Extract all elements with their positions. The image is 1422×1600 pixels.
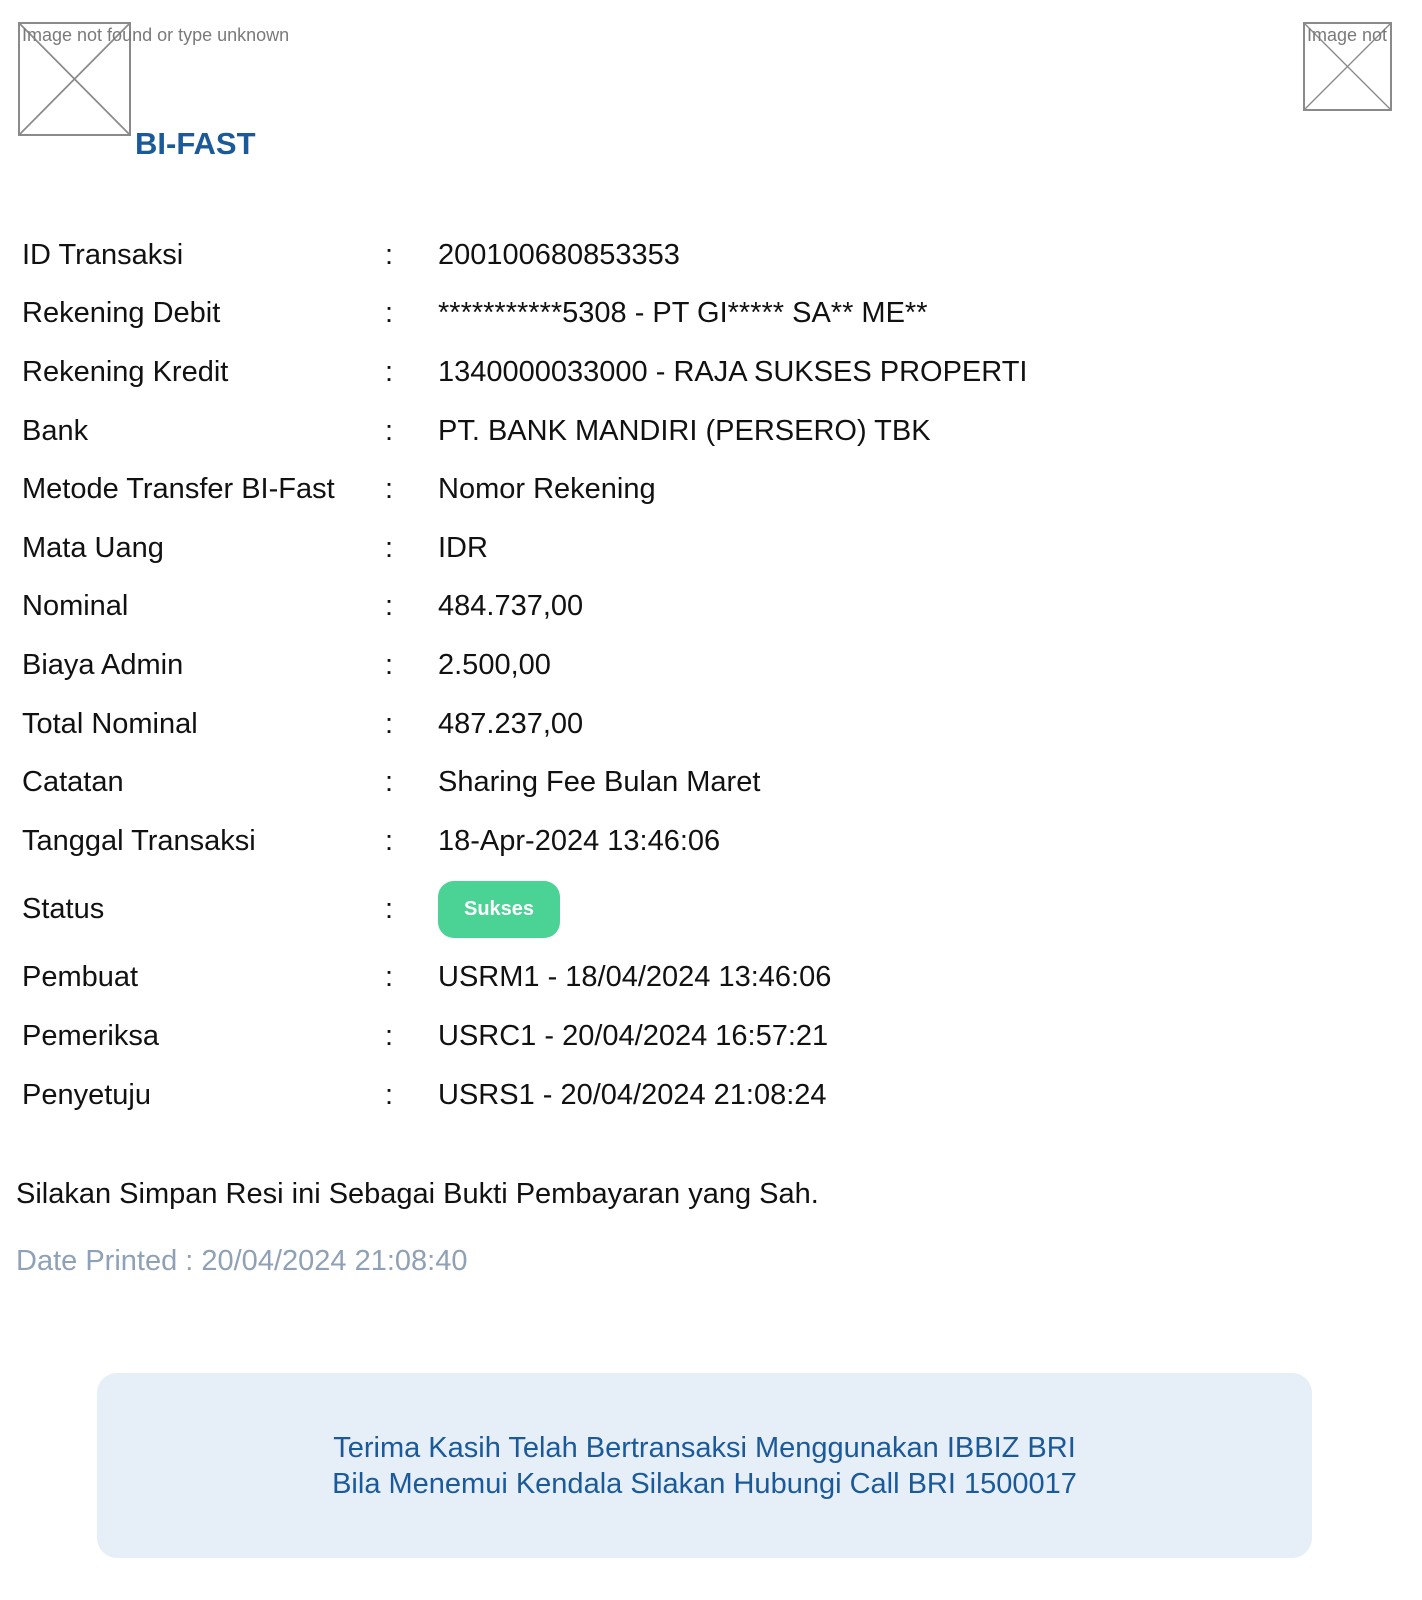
detail-label: Nominal [22,590,129,623]
detail-row-mata-uang: Mata Uang : IDR [22,519,1322,578]
date-printed: Date Printed : 20/04/2024 21:08:40 [16,1245,468,1277]
detail-row-penyetuju: Penyetuju : USRS1 - 20/04/2024 21:08:24 [22,1066,1322,1125]
footer-info-box: Terima Kasih Telah Bertransaksi Mengguna… [97,1373,1312,1558]
detail-value: Sharing Fee Bulan Maret [438,766,761,799]
detail-separator: : [385,297,394,330]
broken-logo-image-left: Image not found or type unknown [18,22,289,136]
detail-label: Metode Transfer BI-Fast [22,473,335,506]
detail-value: 200100680853353 [438,238,680,271]
detail-label: Pemeriksa [22,1019,159,1052]
footer-contact-text: Bila Menemui Kendala Silakan Hubungi Cal… [332,1467,1077,1500]
detail-value: IDR [438,531,488,564]
status-badge: Sukses [438,881,561,939]
detail-row-id-transaksi: ID Transaksi : 200100680853353 [22,226,1322,285]
detail-label: Tanggal Transaksi [22,824,256,857]
detail-separator: : [385,961,394,994]
detail-value: Nomor Rekening [438,473,656,506]
detail-separator: : [385,473,394,506]
detail-value: 484.737,00 [438,590,584,623]
detail-label: Pembuat [22,961,139,994]
detail-value: 487.237,00 [438,707,584,740]
detail-label: Total Nominal [22,707,198,740]
detail-separator: : [385,1019,394,1052]
detail-value: 18-Apr-2024 13:46:06 [438,824,721,857]
status-value: Sukses [438,881,561,939]
detail-separator: : [385,893,394,926]
detail-row-total-nominal: Total Nominal : 487.237,00 [22,695,1322,754]
detail-row-rekening-kredit: Rekening Kredit : 1340000033000 - RAJA S… [22,343,1322,402]
detail-label: Catatan [22,766,124,799]
detail-row-rekening-debit: Rekening Debit : ***********5308 - PT GI… [22,285,1322,344]
detail-value: USRC1 - 20/04/2024 16:57:21 [438,1019,829,1052]
image-alt-text: Image not found or type unknown [22,25,290,45]
detail-value: USRM1 - 18/04/2024 13:46:06 [438,961,832,994]
detail-separator: : [385,355,394,388]
footer-thank-you-text: Terima Kasih Telah Bertransaksi Mengguna… [333,1431,1076,1464]
detail-row-biaya-admin: Biaya Admin : 2.500,00 [22,636,1322,695]
detail-row-status: Status : Sukses [22,871,1322,949]
detail-label: Rekening Kredit [22,355,229,388]
product-title: BI-FAST [135,126,256,161]
detail-row-catatan: Catatan : Sharing Fee Bulan Maret [22,753,1322,812]
detail-row-metode-transfer: Metode Transfer BI-Fast : Nomor Rekening [22,460,1322,519]
detail-label: Penyetuju [22,1078,151,1111]
detail-row-pembuat: Pembuat : USRM1 - 18/04/2024 13:46:06 [22,949,1322,1008]
detail-separator: : [385,707,394,740]
detail-value: PT. BANK MANDIRI (PERSERO) TBK [438,414,931,447]
broken-logo-image-right: Image not found or type unknown [1303,22,1392,111]
detail-row-tanggal-transaksi: Tanggal Transaksi : 18-Apr-2024 13:46:06 [22,812,1322,871]
detail-row-pemeriksa: Pemeriksa : USRC1 - 20/04/2024 16:57:21 [22,1007,1322,1066]
detail-separator: : [385,531,394,564]
detail-separator: : [385,824,394,857]
detail-separator: : [385,1078,394,1111]
detail-separator: : [385,414,394,447]
detail-row-nominal: Nominal : 484.737,00 [22,578,1322,637]
detail-value: USRS1 - 20/04/2024 21:08:24 [438,1078,827,1111]
save-receipt-note: Silakan Simpan Resi ini Sebagai Bukti Pe… [16,1178,819,1210]
detail-label: Mata Uang [22,531,164,564]
detail-label: Biaya Admin [22,648,184,681]
detail-label: Bank [22,414,89,447]
detail-label: Status [22,893,105,926]
detail-separator: : [385,766,394,799]
detail-value: 1340000033000 - RAJA SUKSES PROPERTI [438,355,1028,388]
detail-value: 2.500,00 [438,648,551,681]
image-alt-text: Image not found or type unknown [1307,25,1390,45]
detail-label: Rekening Debit [22,297,221,330]
detail-separator: : [385,238,394,271]
detail-separator: : [385,590,394,623]
detail-separator: : [385,648,394,681]
detail-row-bank: Bank : PT. BANK MANDIRI (PERSERO) TBK [22,402,1322,461]
transaction-details: ID Transaksi : 200100680853353 Rekening … [22,226,1322,1124]
detail-label: ID Transaksi [22,238,184,271]
detail-value: ***********5308 - PT GI***** SA** ME** [438,297,928,330]
